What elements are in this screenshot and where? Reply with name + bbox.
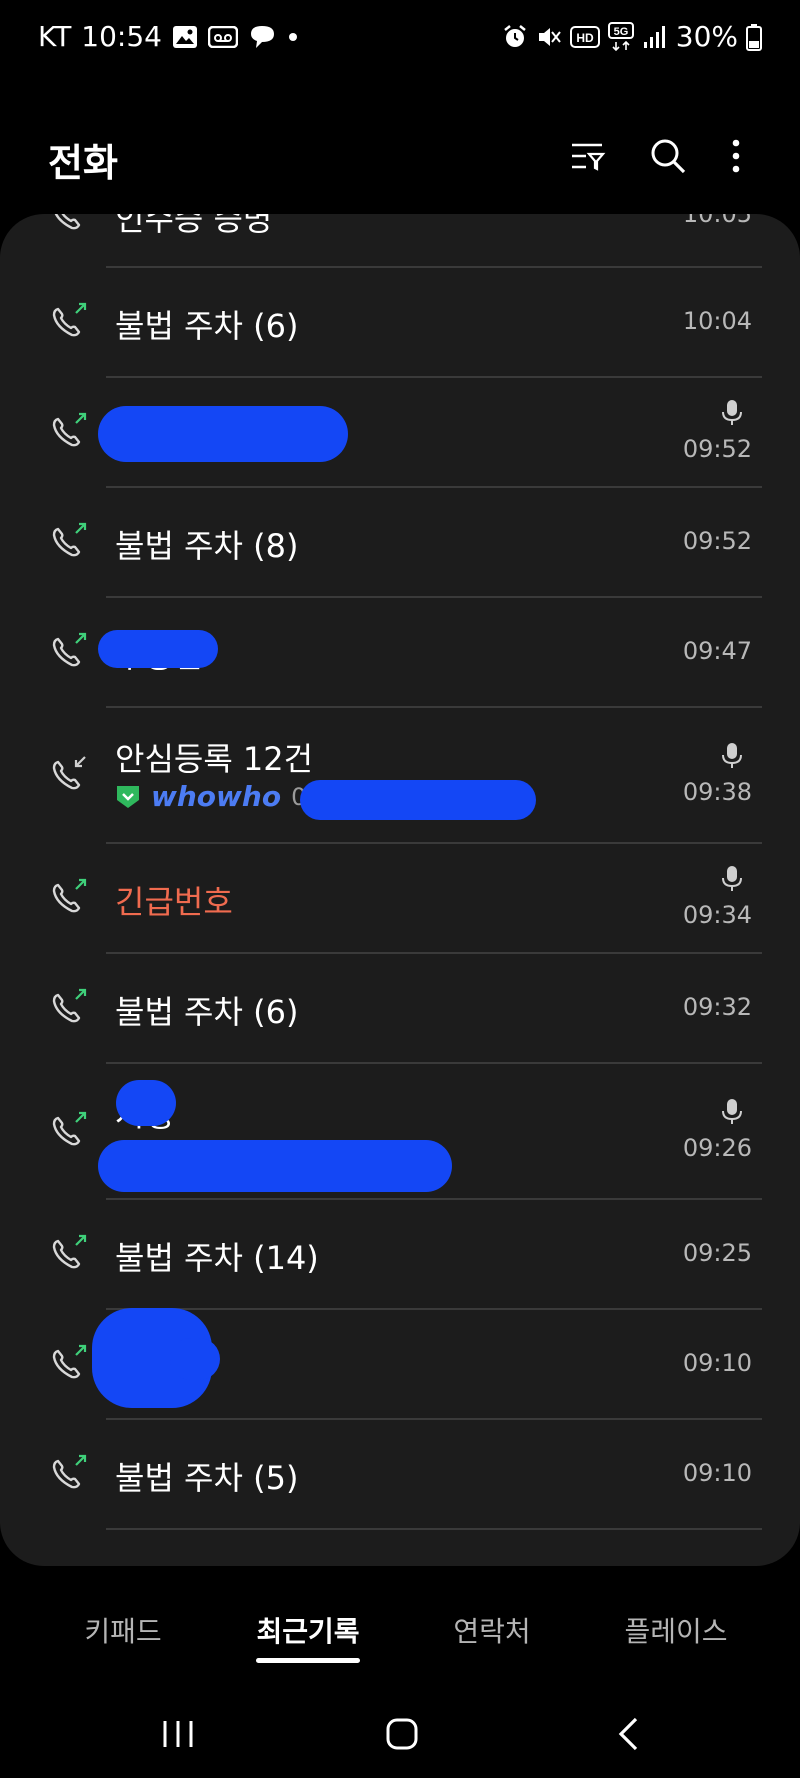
caller-id-info: whowho03 [115,780,322,813]
alarm-icon [502,24,528,50]
redaction-mark [98,630,218,668]
call-log-row[interactable]: 긴급번호 09:34 [0,844,800,954]
voicemail-icon [208,25,238,48]
call-time: 09:10 [682,1349,752,1377]
recording-mic-icon [720,1098,744,1126]
call-log-row[interactable]: 불법 주차 (6) 10:04 [0,268,800,378]
status-right: HD 5G 30% [502,20,762,53]
call-time: 10:04 [682,307,752,335]
outgoing-call-icon [48,1343,88,1383]
outgoing-call-icon [48,631,88,671]
mute-icon [536,24,562,50]
outgoing-call-icon [48,1233,88,1273]
carrier-label: KT [38,20,72,53]
battery-icon [746,23,762,51]
call-log-row[interactable]: 불법 주차 (6) 09:32 [0,954,800,1064]
active-tab-indicator [256,1658,360,1663]
tab-recents[interactable]: 최근기록 [256,1610,359,1650]
redaction-mark [98,1140,452,1192]
call-time: 09:10 [682,1459,752,1487]
call-log-row[interactable]: 인수증 증명 10:05 [0,214,800,268]
outgoing-call-icon [48,1453,88,1493]
filter-button[interactable] [564,132,612,180]
more-vertical-icon [732,139,740,173]
recent-apps-button[interactable] [148,1704,208,1764]
outgoing-call-icon [48,411,88,451]
contact-name: 불법 주차 (8) [115,527,299,565]
outgoing-call-icon [48,521,88,561]
call-time: 09:25 [682,1239,752,1267]
gallery-icon [172,25,198,49]
svg-text:5G: 5G [613,26,628,38]
app-header: 전화 [0,110,800,200]
recent-calls-list[interactable]: 인수증 증명 10:05 불법 주차 (6) 10:04 09:52 불법 주차 (8) 0… [0,214,800,1566]
search-button[interactable] [644,132,692,180]
row-divider [106,1528,762,1530]
redaction-mark [98,406,348,462]
back-icon [618,1717,638,1751]
call-log-row[interactable]: 불법 주차 (5) 09:10 [0,1420,800,1530]
redaction-mark [170,1338,220,1380]
5g-icon: 5G [607,21,634,52]
recording-mic-icon [720,399,744,427]
call-log-row[interactable]: 안심등록 12건whowho03 09:38 [0,708,800,844]
contact-name: 불법 주차 (6) [115,993,299,1031]
call-log-row[interactable]: 불법 주차 (14) 09:25 [0,1200,800,1310]
call-time: 10:05 [682,214,752,228]
filter-icon [572,143,606,171]
outgoing-call-icon [48,987,88,1027]
whowho-logo: whowho [151,780,282,813]
whowho-shield-icon [117,785,139,808]
signal-icon [642,24,668,50]
call-time: 09:34 [682,901,752,929]
redaction-mark [300,780,536,820]
outgoing-call-icon [48,877,88,917]
tab-contacts[interactable]: 연락처 [453,1610,530,1650]
recording-mic-icon [720,865,744,893]
outgoing-call-icon [48,1110,88,1150]
dot-icon [288,32,298,42]
call-time: 09:32 [682,993,752,1021]
svg-text:HD: HD [576,31,594,45]
hd-voice-icon: HD [569,25,600,49]
tab-keypad[interactable]: 키패드 [84,1610,161,1650]
status-bar: KT 10:54 HD 5G 30% [0,0,800,74]
battery-percent: 30% [675,20,738,53]
more-options-button[interactable] [712,132,760,180]
contact-name: 불법 주차 (6) [115,307,299,345]
contact-name: 불법 주차 (5) [115,1459,299,1497]
contact-name: 안심등록 12건 [115,740,314,778]
call-log-row[interactable]: 불법 주차 (8) 09:52 [0,488,800,598]
status-left: KT 10:54 [38,20,298,53]
chat-icon [248,24,278,50]
page-title: 전화 [48,141,118,185]
tab-places[interactable]: 플레이스 [624,1610,727,1650]
call-time: 09:52 [682,527,752,555]
call-time: 09:52 [682,435,752,463]
outgoing-call-icon [48,301,88,341]
home-icon [386,1718,418,1750]
back-button[interactable] [598,1704,658,1764]
outgoing-call-icon [48,214,88,234]
search-icon [651,139,686,174]
contact-name: 긴급번호 [115,883,233,921]
home-button[interactable] [372,1704,432,1764]
call-time: 09:38 [682,778,752,806]
call-time: 09:26 [682,1134,752,1162]
redaction-mark [116,1080,176,1126]
clock: 10:54 [81,20,162,53]
incoming-call-icon [48,754,88,794]
recording-mic-icon [720,742,744,770]
system-nav-bar [0,1690,800,1778]
bottom-tab-bar: 키패드 최근기록 연락처 플레이스 [0,1600,800,1670]
recent-apps-icon [163,1721,193,1747]
contact-name: 불법 주차 (14) [115,1239,319,1277]
call-time: 09:47 [682,637,752,665]
contact-name: 인수증 증명 [115,214,273,238]
